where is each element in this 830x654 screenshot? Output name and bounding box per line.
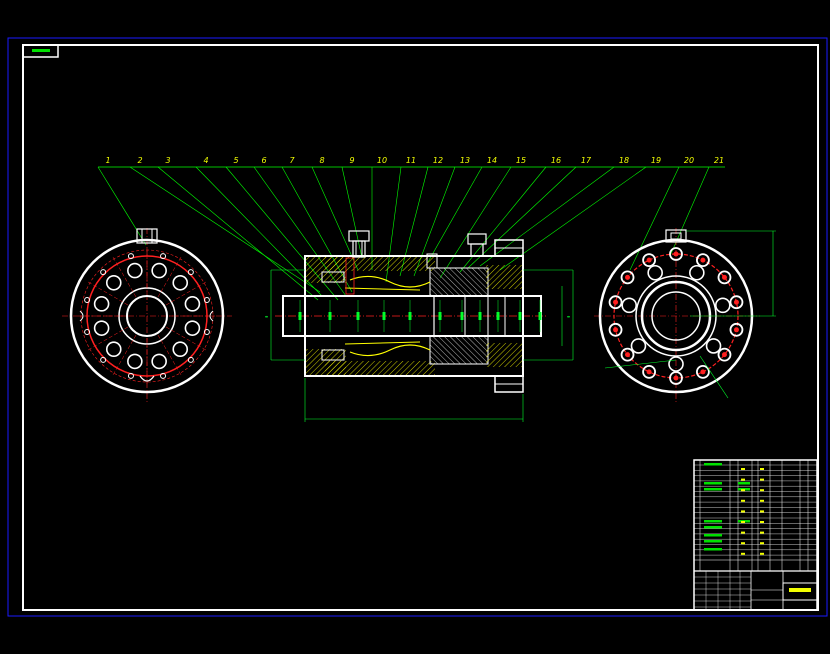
title-block (693, 459, 818, 611)
hole-circle-icon (714, 297, 731, 314)
hole-circle-icon (93, 296, 110, 312)
callout-4: 4 (203, 156, 208, 165)
callout-16: 16 (551, 156, 561, 165)
callout-group: 1 2 3 4 5 6 7 8 9 10 11 12 13 14 15 16 17 18 19 20 21 (97, 156, 724, 301)
callout-14: 14 (487, 156, 497, 165)
hole-circle-icon (689, 264, 705, 281)
cad-drawing: 1 2 3 4 5 6 7 8 9 10 11 12 13 14 15 16 17 18 19 20 21 (0, 0, 830, 654)
drawing-frame (22, 44, 819, 611)
hole-circle-icon (621, 297, 638, 314)
callout-11: 11 (406, 156, 416, 165)
callout-6: 6 (261, 156, 266, 165)
callout-5: 5 (233, 156, 238, 165)
callout-20: 20 (684, 156, 694, 165)
right-end-view (594, 228, 776, 402)
hole-circle-icon (151, 353, 167, 370)
callout-9: 9 (349, 156, 354, 165)
callout-1: 1 (105, 156, 110, 165)
callout-2: 2 (137, 156, 142, 165)
callout-12: 12 (433, 156, 443, 165)
hole-circle-icon (172, 274, 189, 291)
hole-circle-icon (184, 320, 201, 336)
callout-3: 3 (165, 156, 170, 165)
callout-21: 21 (714, 156, 724, 165)
callout-8: 8 (319, 156, 324, 165)
hole-circle-icon (705, 338, 722, 354)
hole-circle-icon (184, 296, 201, 312)
hole-circle-icon (127, 353, 143, 370)
drawing-number-tag (23, 45, 59, 58)
dim-right-section: Φ (566, 315, 571, 318)
callout-15: 15 (516, 156, 526, 165)
hole-circle-icon (647, 264, 663, 281)
hole-circle-icon (105, 341, 122, 358)
callout-19: 19 (651, 156, 661, 165)
hole-circle-icon (105, 274, 122, 291)
callout-18: 18 (619, 156, 629, 165)
hole-circle-icon (151, 262, 167, 279)
drawing-canvas: 1 2 3 4 5 6 7 8 9 10 11 12 13 14 15 16 17 18 19 20 21 (7, 37, 828, 617)
dim-left-section: Φ (264, 315, 269, 318)
callout-17: 17 (581, 156, 592, 165)
hole-circle-icon (172, 341, 189, 358)
callout-10: 10 (377, 156, 387, 165)
section-view: Φ Φ (264, 230, 574, 422)
hole-circle-icon (127, 262, 143, 279)
hole-circle-icon (93, 320, 110, 336)
hole-circle-icon (630, 338, 647, 354)
callout-7: 7 (289, 156, 295, 165)
callout-13: 13 (460, 156, 470, 165)
bolt-icon (467, 233, 487, 257)
left-end-view (62, 228, 232, 402)
